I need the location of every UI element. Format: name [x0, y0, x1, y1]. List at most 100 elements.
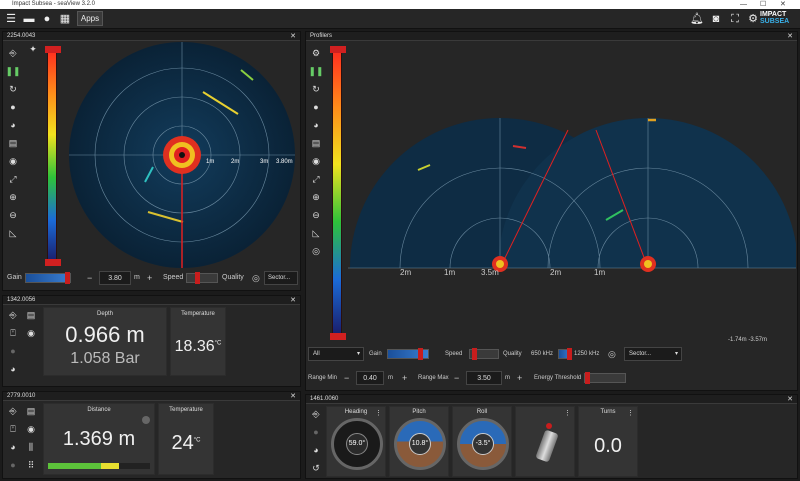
- sector-icon[interactable]: ◎: [252, 271, 260, 285]
- sonar-settings-icon[interactable]: ◕: [5, 116, 21, 134]
- distance-settings-icon[interactable]: ◕: [5, 438, 21, 456]
- profiler-speed-slider[interactable]: [469, 348, 499, 360]
- fit-icon[interactable]: ⤢: [5, 170, 21, 188]
- refresh-icon[interactable]: ↻: [308, 80, 324, 98]
- range-decrease-button[interactable]: −: [87, 271, 92, 285]
- sector-icon[interactable]: ◎: [608, 347, 616, 361]
- profiler-mode-value: All: [313, 351, 320, 357]
- layout-icon[interactable]: ▦: [58, 12, 72, 26]
- frequency-slider[interactable]: [558, 348, 572, 360]
- window-close-button[interactable]: ✕: [780, 0, 786, 9]
- sector-dropdown[interactable]: Sector...: [264, 271, 298, 285]
- profilers-close-button[interactable]: ✕: [787, 32, 793, 41]
- energy-threshold-slider-handle[interactable]: [585, 372, 590, 384]
- refresh-icon[interactable]: ↻: [5, 80, 21, 98]
- profiler-color-scale-bar[interactable]: [330, 46, 346, 340]
- range-min-increase-button[interactable]: +: [402, 371, 407, 385]
- sonar-close-button[interactable]: ✕: [290, 32, 296, 41]
- waveform-icon[interactable]: ⫼: [23, 438, 39, 456]
- minimize-button[interactable]: —: [740, 0, 747, 9]
- turns-menu-button[interactable]: ⋮: [627, 409, 634, 417]
- orientation-settings-icon[interactable]: ◕: [308, 441, 324, 459]
- range-max-increase-button[interactable]: +: [517, 371, 522, 385]
- apps-button[interactable]: Apps: [77, 11, 103, 26]
- depth-settings-icon[interactable]: ◕: [5, 360, 21, 378]
- zoom-out-icon[interactable]: ⊖: [5, 206, 21, 224]
- pause-icon[interactable]: ❚❚: [5, 62, 21, 80]
- record-icon[interactable]: ●: [5, 98, 21, 116]
- profiler-gain-slider[interactable]: [387, 348, 429, 360]
- frequency-slider-handle[interactable]: [567, 348, 572, 360]
- range-max-input[interactable]: 3.50: [466, 371, 502, 385]
- logo-line2: SUBSEA: [760, 18, 790, 25]
- profiler-speed-slider-handle[interactable]: [472, 348, 477, 360]
- fit-icon[interactable]: ⤢: [308, 170, 324, 188]
- target-icon[interactable]: ◎: [308, 242, 324, 260]
- profiler-gain-slider-handle[interactable]: [418, 348, 423, 360]
- folder-icon[interactable]: ▬: [22, 12, 36, 26]
- clear-icon[interactable]: ▤: [308, 134, 324, 152]
- energy-threshold-slider[interactable]: [584, 372, 626, 384]
- record-icon[interactable]: ●: [5, 342, 21, 360]
- range-max-decrease-button[interactable]: −: [454, 371, 459, 385]
- sonar-image[interactable]: 1m 2m 3m 3.80m: [63, 42, 299, 270]
- record-icon[interactable]: ●: [5, 456, 21, 474]
- menu-icon[interactable]: ☰: [4, 12, 18, 26]
- camera-icon[interactable]: ◙: [709, 12, 723, 26]
- speed-slider[interactable]: [186, 272, 218, 284]
- color-scale-bottom-handle[interactable]: [45, 259, 61, 266]
- view-icon[interactable]: ◉: [23, 420, 39, 438]
- profiler-mode-dropdown[interactable]: All ▾: [308, 347, 364, 361]
- export-icon[interactable]: ⎆: [5, 44, 21, 62]
- temperature-label: Temperature: [169, 407, 203, 413]
- profiler-settings-icon[interactable]: ⚙: [308, 44, 324, 62]
- settings-icon[interactable]: ⚙: [746, 12, 760, 26]
- view-icon[interactable]: ◉: [5, 152, 21, 170]
- depth-close-button[interactable]: ✕: [290, 296, 296, 305]
- speed-slider-handle[interactable]: [195, 272, 200, 284]
- clear-icon[interactable]: ▤: [23, 402, 39, 420]
- profiler-color-scale-top-handle[interactable]: [330, 46, 346, 53]
- record-icon[interactable]: ●: [308, 423, 324, 441]
- sensor-icon[interactable]: ⍞: [5, 324, 21, 342]
- profiler-color-scale-bottom-handle[interactable]: [330, 333, 346, 340]
- range-increase-button[interactable]: +: [147, 271, 152, 285]
- profiler-image[interactable]: [348, 110, 796, 286]
- gain-slider-handle[interactable]: [65, 272, 70, 284]
- export-icon[interactable]: ⎆: [5, 402, 21, 420]
- pin-icon[interactable]: ✦: [25, 44, 41, 55]
- zoom-out-icon[interactable]: ⊖: [308, 206, 324, 224]
- measure-icon[interactable]: ◺: [308, 224, 324, 242]
- profiler-config-icon[interactable]: ◕: [308, 116, 324, 134]
- fullscreen-icon[interactable]: ⛶: [728, 12, 742, 26]
- range-min-decrease-button[interactable]: −: [344, 371, 349, 385]
- clear-icon[interactable]: ▤: [23, 306, 39, 324]
- grid-icon[interactable]: ⠿: [23, 456, 39, 474]
- export-icon[interactable]: ⎆: [308, 405, 324, 423]
- record-icon[interactable]: ●: [40, 12, 54, 26]
- depth-temperature-tile: Temperature 18.36°C: [170, 307, 226, 376]
- gain-slider[interactable]: [25, 272, 71, 284]
- clear-icon[interactable]: ▤: [5, 134, 21, 152]
- reset-icon[interactable]: ↺: [308, 459, 324, 477]
- distance-close-button[interactable]: ✕: [290, 392, 296, 401]
- measure-icon[interactable]: ◺: [5, 224, 21, 242]
- export-icon[interactable]: ⎆: [5, 306, 21, 324]
- heading-menu-button[interactable]: ⋮: [375, 409, 382, 417]
- profiler-sector-dropdown[interactable]: Sector... ▾: [624, 347, 682, 361]
- view-icon[interactable]: ◉: [23, 324, 39, 342]
- maximize-button[interactable]: ☐: [760, 0, 766, 9]
- color-scale-top-handle[interactable]: [45, 46, 61, 53]
- sensor-model-menu-button[interactable]: ⋮: [564, 409, 571, 417]
- range-min-input[interactable]: 0.40: [356, 371, 384, 385]
- view-icon[interactable]: ◉: [308, 152, 324, 170]
- sensor-icon[interactable]: ⍞: [5, 420, 21, 438]
- record-icon[interactable]: ●: [308, 98, 324, 116]
- color-scale-bar[interactable]: [45, 46, 61, 266]
- range-input[interactable]: 3.80: [99, 271, 131, 285]
- zoom-in-icon[interactable]: ⊕: [308, 188, 324, 206]
- pause-icon[interactable]: ❚❚: [308, 62, 324, 80]
- notifications-icon[interactable]: 🔔︎: [690, 12, 704, 26]
- orientation-close-button[interactable]: ✕: [787, 395, 793, 404]
- zoom-in-icon[interactable]: ⊕: [5, 188, 21, 206]
